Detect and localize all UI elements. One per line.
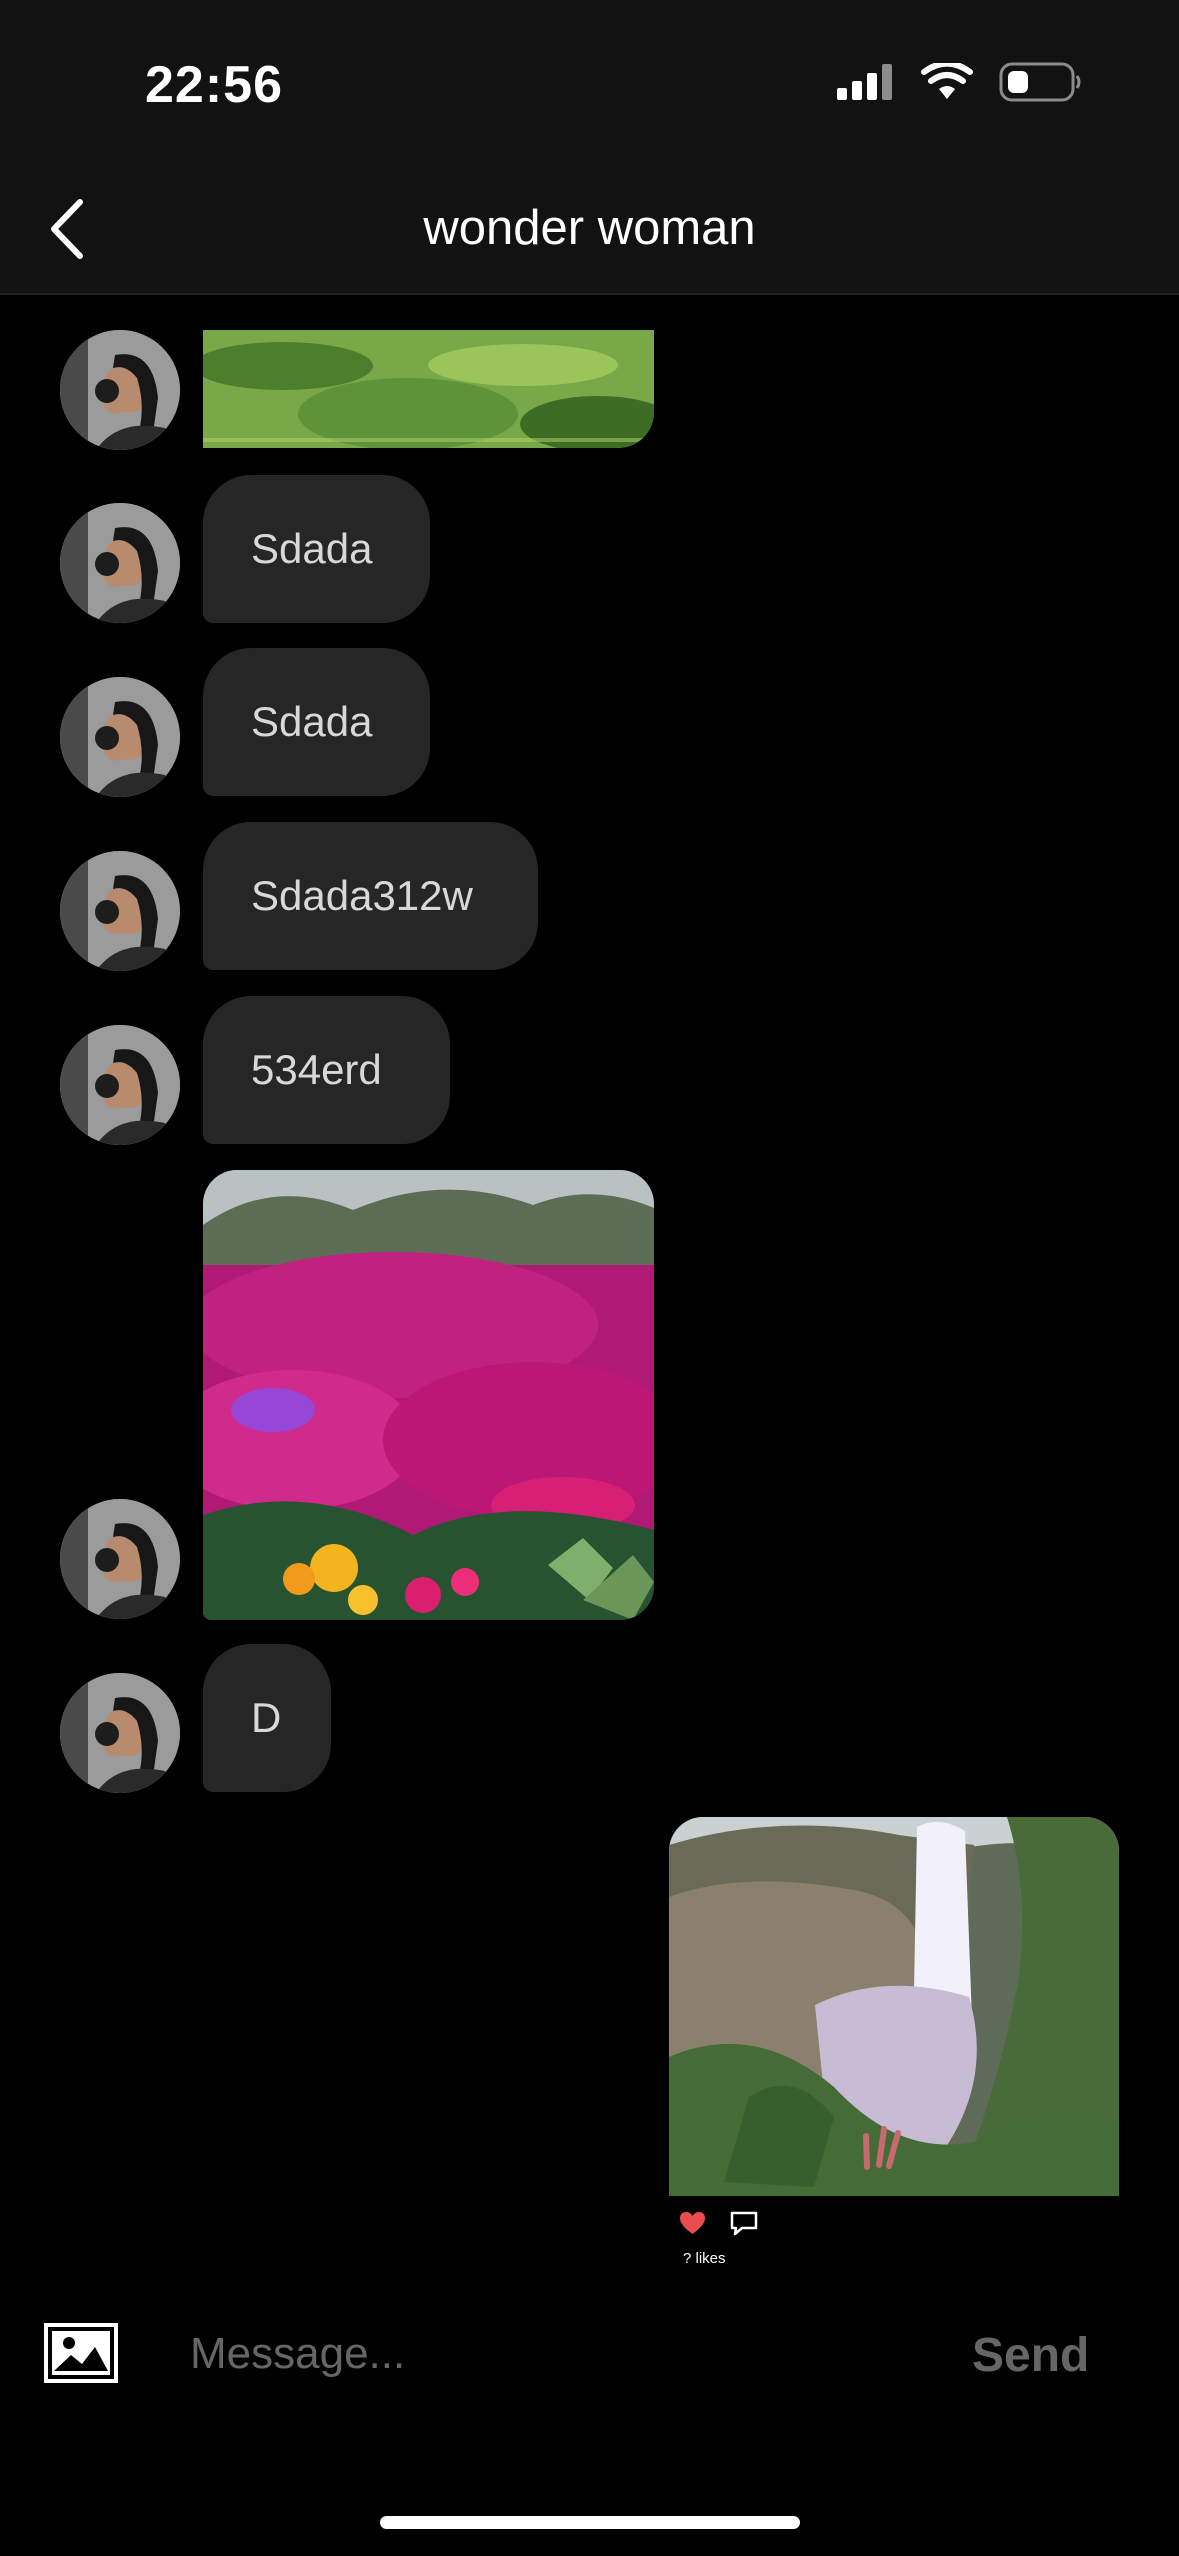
- image-icon[interactable]: [44, 2323, 118, 2383]
- avatar[interactable]: [60, 1673, 180, 1793]
- avatar[interactable]: [60, 503, 180, 623]
- chat-title: wonder woman: [423, 201, 756, 255]
- pink-flowers-photo[interactable]: [203, 1170, 654, 1620]
- comment-icon[interactable]: [729, 2210, 759, 2237]
- message-bubble[interactable]: Sdada: [203, 475, 430, 623]
- status-bar: 22:56: [0, 0, 1179, 160]
- waterfall-photo[interactable]: [669, 1817, 1119, 2196]
- heart-icon[interactable]: [680, 2212, 705, 2235]
- message-bubble[interactable]: D: [203, 1644, 331, 1792]
- home-indicator[interactable]: [380, 2516, 800, 2529]
- status-time: 22:56: [145, 56, 283, 114]
- send-button[interactable]: Send: [972, 2328, 1089, 2383]
- avatar[interactable]: [60, 1499, 180, 1619]
- message-composer: Send: [0, 2290, 1179, 2410]
- avatar[interactable]: [60, 1025, 180, 1145]
- message-input[interactable]: [188, 2318, 842, 2390]
- status-icons: [837, 62, 1081, 102]
- message-bubble[interactable]: Sdada: [203, 648, 430, 796]
- chat-header: wonder woman: [0, 160, 1179, 295]
- wifi-icon: [921, 63, 973, 99]
- avatar[interactable]: [60, 330, 180, 450]
- signal-icon: [837, 64, 892, 100]
- post-actions: [680, 2210, 759, 2237]
- avatar[interactable]: [60, 851, 180, 971]
- message-bubble[interactable]: Sdada312w: [203, 822, 538, 970]
- green-leaves-photo[interactable]: [203, 330, 654, 448]
- avatar[interactable]: [60, 677, 180, 797]
- battery-icon: [999, 62, 1081, 102]
- message-bubble[interactable]: 534erd: [203, 996, 450, 1144]
- likes-count: ? likes: [683, 2250, 726, 2267]
